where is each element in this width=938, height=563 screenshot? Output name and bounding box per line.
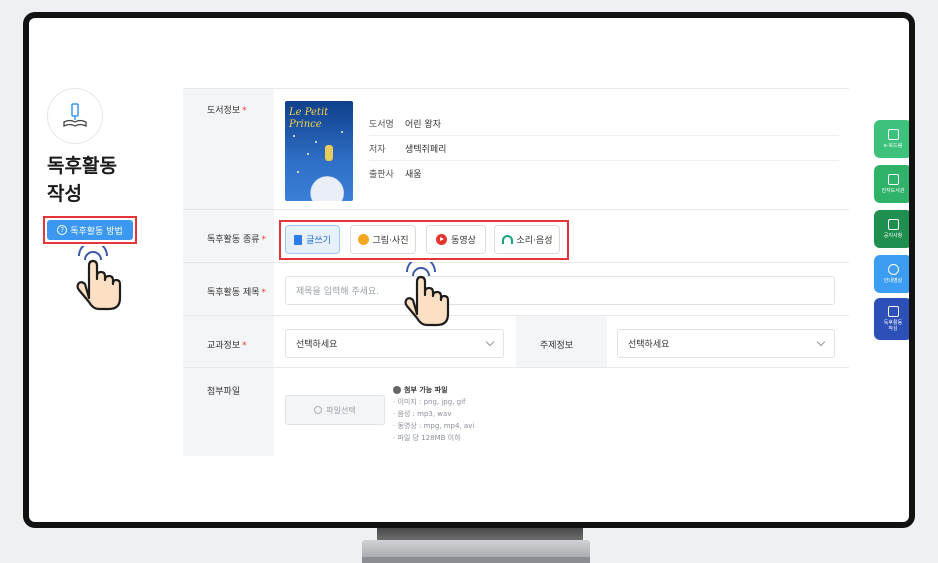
type-audio-button[interactable]: 소리·음성 (494, 225, 560, 254)
screen: 독후활동 작성 ? 독후활동 방법 도서정보* Le Petit Prince (29, 18, 909, 522)
meta-row-publisher: 출판사 새움 (369, 170, 422, 180)
label-book-info: 도서정보 * (207, 106, 247, 116)
play-icon (436, 234, 448, 245)
monitor-stand-neck (377, 528, 583, 540)
plus-circle-icon (314, 406, 323, 414)
pointing-hand-icon (76, 246, 122, 311)
label-theme: 주제정보 (540, 341, 574, 351)
check-circle-icon (393, 386, 401, 394)
monitor-frame: 독후활동 작성 ? 독후활동 방법 도서정보* Le Petit Prince (23, 12, 915, 528)
theme-select[interactable]: 선택하세요 (617, 329, 835, 358)
quick-write-activity-button[interactable]: 독후활동 작성 (874, 298, 909, 340)
row-attachment: 첨부파일 파일선택 첨부 가능 파일 · 이미지 : png, jpg, gif… (183, 368, 849, 456)
document-icon (294, 234, 303, 245)
type-drawing-button[interactable]: 그림·사진 (350, 225, 416, 254)
question-icon: ? (57, 225, 68, 235)
meta-row-author: 저자 생텍쥐페리 (369, 136, 839, 161)
activity-form: 도서정보 * Le Petit Prince 도서명 어린 왕자 저자 생텍쥐페리 출… (183, 88, 849, 456)
meta-row-title: 도서명 어린 왕자 (369, 111, 839, 136)
book-cover-image: Le Petit Prince (285, 101, 353, 201)
chevron-down-icon (816, 337, 826, 347)
type-writing-button[interactable]: 글쓰기 (285, 225, 340, 254)
subject-select[interactable]: 선택하세요 (285, 329, 504, 358)
label-subject: 교과정보 * (207, 341, 247, 351)
howto-button[interactable]: ? 독후활동 방법 (47, 220, 133, 240)
play-circle-icon (887, 264, 899, 275)
chevron-down-icon (485, 337, 495, 347)
open-book-icon (887, 174, 899, 185)
headphones-icon (501, 235, 513, 244)
row-book-info: 도서정보 * Le Petit Prince 도서명 어린 왕자 저자 생텍쥐페리 출… (183, 88, 849, 210)
label-activity-title: 독후활동 제목 * (207, 288, 267, 298)
palette-icon (357, 234, 369, 245)
row-subject-theme: 교과정보 * 선택하세요 주제정보 선택하세요 (183, 316, 849, 368)
file-info: 첨부 가능 파일 · 이미지 : png, jpg, gif · 음성 : mp… (393, 386, 475, 442)
book-meta: 도서명 어린 왕자 저자 생텍쥐페리 출판사 새움 (369, 111, 839, 186)
activity-title-input[interactable]: 제목을 입력해 주세요. (285, 276, 835, 305)
quick-notice-button[interactable]: 공지사항 (874, 210, 909, 248)
row-activity-title: 독후활동 제목 * 제목을 입력해 주세요. (183, 263, 849, 316)
megaphone-icon (887, 219, 899, 230)
monitor-stand-base (362, 540, 590, 563)
quick-video-guide-button[interactable]: 안내영상 (874, 255, 909, 293)
page-title: 독후활동 작성 (47, 155, 117, 205)
pencil-icon (887, 306, 899, 317)
pointing-hand-icon (404, 262, 450, 327)
file-select-button[interactable]: 파일선택 (285, 395, 385, 425)
book-pen-icon (47, 88, 103, 144)
type-video-button[interactable]: 동영상 (426, 225, 486, 254)
quick-ebook-button[interactable]: e-북드림 (874, 120, 909, 158)
label-activity-type: 독후활동 종류 * (207, 235, 267, 245)
row-activity-type: 독후활동 종류 * 글쓰기 그림·사진 동영상 소리·음성 (183, 210, 849, 263)
label-attachment: 첨부파일 (207, 387, 241, 397)
phone-book-icon (887, 129, 899, 140)
quick-elibrary-button[interactable]: 전자도서관 (874, 165, 909, 203)
